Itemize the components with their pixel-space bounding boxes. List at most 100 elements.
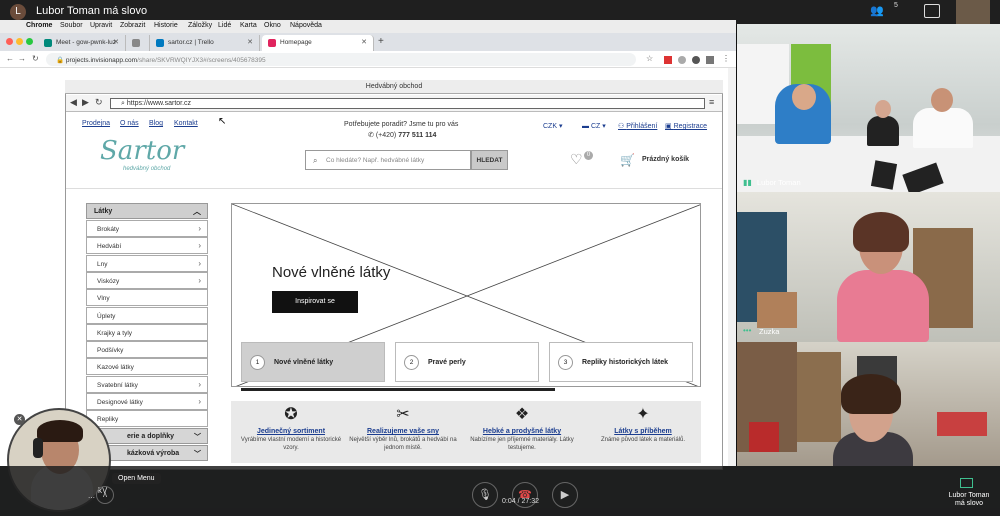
search-button[interactable]: HLEDAT xyxy=(471,150,508,170)
minimize-window-button[interactable] xyxy=(16,38,23,45)
usp-title[interactable]: Realizujeme vaše sny xyxy=(348,428,458,435)
category-item[interactable]: Hedvábí › xyxy=(86,237,208,255)
bookmark-star-icon[interactable]: ☆ xyxy=(646,54,653,63)
camera-button[interactable]: ▶ xyxy=(552,482,578,508)
header-divider xyxy=(66,188,722,189)
category-item[interactable]: Lny › xyxy=(86,254,208,272)
person-head xyxy=(931,88,953,112)
menu-chrome[interactable]: Chrome xyxy=(26,22,52,29)
menu-karta[interactable]: Karta xyxy=(240,22,257,29)
menu-historie[interactable]: Historie xyxy=(154,22,178,29)
close-window-button[interactable] xyxy=(6,38,13,45)
back-arrow-icon[interactable]: ← xyxy=(6,54,14,63)
search-input[interactable]: ⌕ Co hledáte? Např. hedvábné látky xyxy=(305,150,471,170)
chevron-right-icon: › xyxy=(198,258,201,268)
usp-description: Největší výběr lnů, brokátů a hedvábí na… xyxy=(349,437,457,451)
close-self-preview-icon[interactable]: ✕ xyxy=(14,414,25,425)
category-item[interactable]: Repliky xyxy=(86,410,208,428)
user-avatar[interactable]: L xyxy=(10,4,26,20)
close-tab-icon[interactable]: ✕ xyxy=(361,38,367,46)
cart-icon[interactable]: 🛒 xyxy=(620,153,635,167)
tab-homepage[interactable]: Homepage ✕ xyxy=(262,35,374,51)
chrome-menu-icon[interactable]: ⋮ xyxy=(722,54,730,63)
close-tab-icon[interactable]: ✕ xyxy=(113,38,119,46)
category-item[interactable]: Krajky a tyly xyxy=(86,323,208,341)
chevron-up-icon[interactable]: ʌ xyxy=(96,486,114,504)
menu-napoveda[interactable]: Nápověda xyxy=(290,22,322,29)
fabric-icon: ❖ xyxy=(514,406,530,423)
tab-meet[interactable]: Meet - gow-pwnk-luz ✕ xyxy=(38,35,126,51)
language-select[interactable]: ▬ CZ ▾ xyxy=(582,122,606,130)
category-header[interactable]: Látky ︿ xyxy=(86,203,208,219)
sewing-machine-icon: ✂ xyxy=(396,406,410,423)
close-tab-icon[interactable]: ✕ xyxy=(247,38,253,46)
usp-description: Vyrábíme vlastní moderní a historické vz… xyxy=(240,437,342,451)
extension-icon[interactable] xyxy=(706,56,714,64)
wireframe-urlbar: ◀ ▶ ↻ ⌕ https://www.sartor.cz ≡ xyxy=(66,95,722,112)
open-menu-tooltip: Open Menu xyxy=(112,473,161,484)
browser-tab-strip: Meet - gow-pwnk-luz ✕ sartor.cz | Trello… xyxy=(0,33,736,51)
heart-icon[interactable]: ♡ xyxy=(570,151,583,168)
link-o-nas[interactable]: O nás xyxy=(120,120,139,127)
usp-item[interactable]: ❖ Hebké a prodyšné látky Nabízíme jen př… xyxy=(467,404,577,453)
menu-zalozky[interactable]: Záložky xyxy=(188,22,212,29)
extension-icon[interactable] xyxy=(664,56,672,64)
tab-untitled[interactable] xyxy=(126,35,150,51)
usp-item[interactable]: ✦ Látky s příběhem Známe původ látek a m… xyxy=(588,404,698,445)
hero-title: Nové vlněné látky xyxy=(272,264,391,281)
more-options-icon[interactable]: ⋯ xyxy=(88,494,95,502)
category-item[interactable]: Svatební látky › xyxy=(86,375,208,393)
usp-title[interactable]: Látky s příběhem xyxy=(588,428,698,435)
menu-lide[interactable]: Lidé xyxy=(218,22,231,29)
category-item[interactable]: Vlny xyxy=(86,289,208,307)
category-item[interactable]: Designové látky › xyxy=(86,393,208,410)
register-link[interactable]: ▣ Registrace xyxy=(665,122,707,130)
link-prodejna[interactable]: Prodejna xyxy=(82,120,110,127)
menu-upravit[interactable]: Upravit xyxy=(90,22,112,29)
tab-trello[interactable]: sartor.cz | Trello ✕ xyxy=(150,35,260,51)
category-item[interactable]: Viskózy › xyxy=(86,271,208,289)
login-link[interactable]: ⚇ Přihlášení xyxy=(618,122,657,130)
participant-tile[interactable] xyxy=(737,342,1000,466)
hero-cta-button[interactable]: Inspirovat se xyxy=(272,291,358,313)
category-item[interactable]: Úplety xyxy=(86,306,208,324)
self-video-thumbnail[interactable] xyxy=(956,0,990,24)
phone-line: ✆ (+420) 777 511 114 xyxy=(368,131,436,139)
microphone-button[interactable]: 🎙 xyxy=(472,482,498,508)
link-blog[interactable]: Blog xyxy=(149,120,163,127)
extension-icon[interactable] xyxy=(692,56,700,64)
cart-label[interactable]: Prázdný košík xyxy=(642,156,689,163)
chat-icon[interactable] xyxy=(924,4,940,18)
participant-tile[interactable]: ••• Zuzka xyxy=(737,192,1000,342)
address-bar[interactable]: 🔒 projects.invisionapp.com/share/SKVRWQI… xyxy=(46,53,636,66)
menu-okno[interactable]: Okno xyxy=(264,22,281,29)
link-kontakt[interactable]: Kontakt xyxy=(174,120,198,127)
participant-tile[interactable]: ▮▮ Lubor Toman xyxy=(737,24,1000,192)
currency-select[interactable]: CZK ▾ xyxy=(543,122,562,130)
new-tab-button[interactable]: + xyxy=(378,36,384,47)
usp-title[interactable]: Jedinečný sortiment xyxy=(236,428,346,435)
award-icon: ✪ xyxy=(284,406,298,423)
slide-tab-2[interactable]: 2 Pravé perly xyxy=(395,342,539,382)
category-item[interactable]: Kazové látky xyxy=(86,358,208,376)
lock-icon: ▣ xyxy=(665,123,674,130)
extension-icon[interactable] xyxy=(678,56,686,64)
reload-icon[interactable]: ↻ xyxy=(32,54,39,63)
slide-label: Repliky historických látek xyxy=(582,359,668,366)
slide-tab-3[interactable]: 3 Repliky historických látek xyxy=(549,342,693,382)
chevron-down-icon: ﹀ xyxy=(194,434,201,441)
category-item[interactable]: Podšívky xyxy=(86,341,208,359)
category-item[interactable]: Brokáty › xyxy=(86,220,208,237)
slide-tab-1[interactable]: 1 Nové vlněné látky xyxy=(241,342,385,382)
menu-zobrazit[interactable]: Zobrazit xyxy=(120,22,145,29)
people-icon[interactable]: 👥 xyxy=(870,4,884,17)
menu-soubor[interactable]: Soubor xyxy=(60,22,83,29)
category-label: Repliky xyxy=(97,416,119,424)
usp-item[interactable]: ✂ Realizujeme vaše sny Největší výběr ln… xyxy=(348,404,458,453)
usp-item[interactable]: ✪ Jedinečný sortiment Vyrábíme vlastní m… xyxy=(236,404,346,453)
usp-title[interactable]: Hebké a prodyšné látky xyxy=(467,428,577,435)
page-scrollbar[interactable] xyxy=(728,68,736,466)
present-icon[interactable] xyxy=(960,478,973,488)
forward-arrow-icon[interactable]: → xyxy=(18,54,26,63)
zoom-window-button[interactable] xyxy=(26,38,33,45)
